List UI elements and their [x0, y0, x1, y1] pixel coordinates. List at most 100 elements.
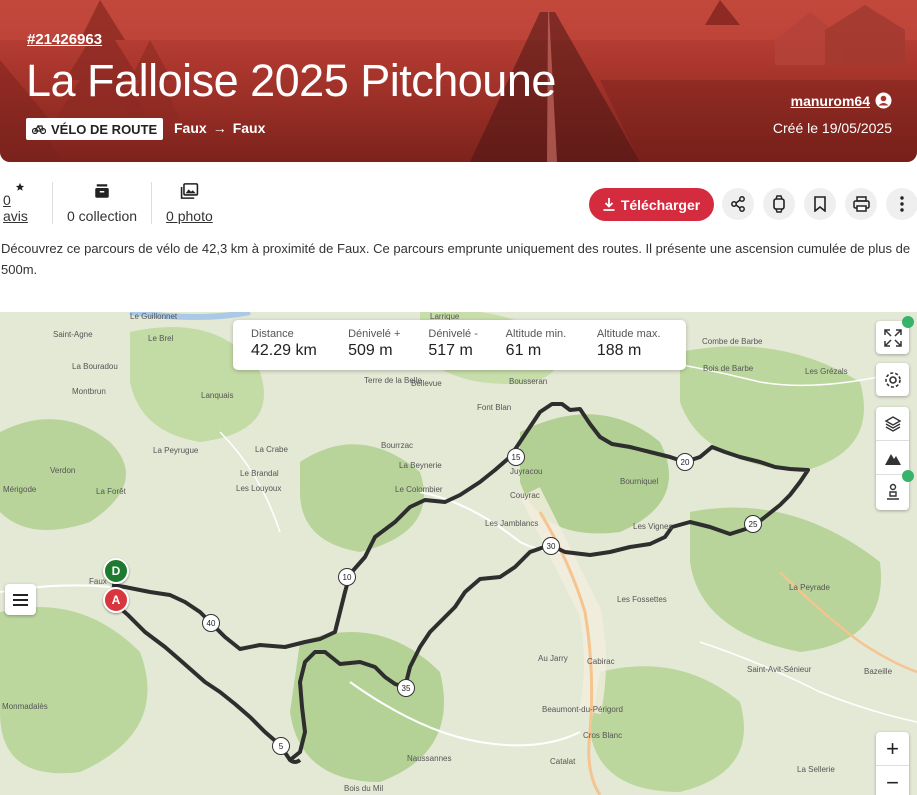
collection-icon — [95, 184, 109, 198]
bicycle-icon — [32, 124, 46, 134]
stat-elevation-gain: Dénivelé + 509 m — [348, 328, 428, 370]
place-label: Saint-Agne — [53, 330, 93, 339]
place-label: La Peyrade — [789, 583, 830, 592]
map-layer-controls — [876, 407, 914, 510]
km-marker: 40 — [202, 614, 220, 632]
download-icon — [603, 198, 615, 211]
place-label: Le Brandal — [240, 469, 279, 478]
place-label: La Beynerie — [399, 461, 442, 470]
share-icon — [731, 196, 745, 212]
layers-icon — [884, 415, 901, 432]
arrow-right-icon: → — [212, 120, 227, 136]
hamburger-icon — [13, 593, 28, 606]
stat-value: 61 m — [505, 342, 542, 359]
activity-type: VÉLO DE ROUTE — [51, 121, 158, 137]
layers-button[interactable] — [876, 407, 909, 441]
stat-min-altitude: Altitude min. 61 m — [506, 328, 597, 370]
map-menu-button[interactable] — [5, 584, 36, 615]
place-label: Les Jamblancs — [485, 519, 539, 528]
place-label: Les Louyoux — [236, 484, 282, 493]
place-label: Les Vignes — [633, 522, 673, 531]
place-label: Saint-Avit-Sénieur — [747, 665, 812, 674]
send-to-watch-button[interactable] — [763, 188, 795, 220]
place-label: Bourniquel — [620, 477, 659, 486]
status-dot — [902, 316, 914, 328]
more-vertical-icon — [900, 196, 904, 212]
place-label: La Forêt — [96, 487, 126, 496]
printer-icon — [852, 196, 870, 212]
place-label: Le Colombier — [395, 485, 443, 494]
route-header: #21426963 La Falloise 2025 Pitchoune VÉL… — [0, 0, 917, 162]
place-label: Les Grézals — [805, 367, 848, 376]
map-settings-button[interactable] — [876, 363, 909, 396]
place-label: Bousseran — [509, 377, 548, 386]
km-marker: 30 — [542, 537, 560, 555]
route-description: Découvrez ce parcours de vélo de 42,3 km… — [1, 241, 911, 277]
place-label: Juyracou — [510, 467, 543, 476]
photos-stat[interactable]: 0 photo — [152, 182, 227, 224]
author[interactable]: manurom64 — [791, 92, 892, 109]
stat-value: 42.29 km — [251, 342, 317, 359]
more-options-button[interactable] — [886, 188, 917, 220]
start-location: Faux — [174, 120, 207, 136]
place-label: Bois du Mil — [344, 784, 384, 793]
photo-gallery-icon — [180, 183, 199, 199]
end-marker[interactable]: A — [103, 587, 129, 613]
stat-value: 188 m — [596, 342, 642, 359]
mountain-icon — [884, 453, 901, 465]
fullscreen-button[interactable] — [876, 316, 914, 354]
photos-link[interactable]: 0 photo — [166, 208, 213, 224]
place-label: Naussannes — [407, 754, 452, 763]
place-label: La Bouradou — [72, 362, 118, 371]
place-label: Combe de Barbe — [702, 337, 763, 346]
author-name[interactable]: manurom64 — [791, 93, 870, 109]
place-label: Font Blan — [477, 403, 512, 412]
km-marker: 35 — [397, 679, 415, 697]
place-label: Beaumont-du-Périgord — [542, 705, 623, 714]
reviews-link[interactable]: 0 avis — [3, 192, 38, 224]
place-label: Monmadalès — [2, 702, 48, 711]
street-view-button[interactable] — [876, 470, 914, 509]
zoom-controls: + − — [876, 732, 909, 795]
hiker-icon — [886, 483, 899, 500]
created-date: Créé le 19/05/2025 — [772, 120, 892, 136]
collections-stat: 0 collection — [53, 182, 151, 224]
km-marker: 25 — [744, 515, 762, 533]
bookmark-icon — [814, 196, 826, 212]
place-label: Couyrac — [510, 491, 540, 500]
activity-badge: VÉLO DE ROUTE — [26, 118, 164, 140]
bookmark-button[interactable] — [804, 188, 836, 220]
km-marker: 10 — [338, 568, 356, 586]
place-label: Faux — [89, 577, 107, 586]
user-circle-icon — [875, 92, 892, 109]
place-label: La Peyrugue — [153, 446, 199, 455]
route-map[interactable]: Saint-Agne Le Brel La Bouradou Montbrun … — [0, 312, 917, 795]
km-marker: 5 — [272, 737, 290, 755]
start-marker[interactable]: D — [103, 558, 129, 584]
route-stats-card: Distance 42.29 km Dénivelé + 509 m Déniv… — [233, 320, 686, 370]
km-marker: 15 — [507, 448, 525, 466]
stat-max-altitude: Altitude max. 188 m — [597, 328, 686, 370]
place-label: Lanquais — [201, 391, 234, 400]
stat-label: Dénivelé + — [348, 328, 401, 340]
place-label: Cros Blanc — [583, 731, 623, 740]
route-id[interactable]: #21426963 — [27, 31, 102, 48]
collections-count: 0 collection — [67, 208, 138, 224]
status-dot — [902, 470, 914, 482]
place-label: Montbrun — [72, 387, 106, 396]
stat-label: Dénivelé - — [428, 328, 478, 340]
social-stats: 0 avis 0 collection 0 photo — [0, 182, 227, 226]
stat-value: 509 m — [348, 342, 393, 359]
zoom-out-button[interactable]: − — [876, 766, 909, 795]
download-button[interactable]: Télécharger — [589, 188, 714, 221]
place-label: Le Brel — [148, 334, 174, 343]
stat-label: Altitude min. — [505, 328, 567, 340]
zoom-in-button[interactable]: + — [876, 732, 909, 766]
reviews-stat[interactable]: 0 avis — [0, 182, 52, 224]
download-label: Télécharger — [620, 196, 701, 213]
place-label: Verdon — [50, 466, 76, 475]
stat-elevation-loss: Dénivelé - 517 m — [428, 328, 505, 370]
gear-icon — [884, 371, 901, 388]
print-button[interactable] — [845, 188, 877, 220]
share-button[interactable] — [722, 188, 754, 220]
